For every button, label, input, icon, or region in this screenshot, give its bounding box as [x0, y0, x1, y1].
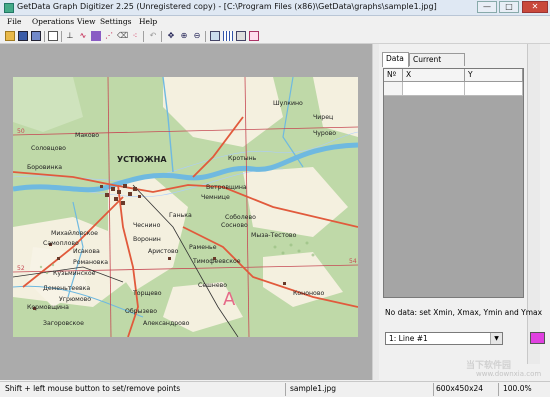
map-grid-number: 52: [17, 265, 25, 272]
menu-file[interactable]: File: [7, 17, 21, 26]
zoom-out-icon[interactable]: ⊖: [192, 31, 202, 41]
eraser-icon[interactable]: ⌫: [117, 31, 128, 41]
menu-operations[interactable]: Operations: [32, 17, 74, 26]
map-label: Исакова: [73, 248, 100, 255]
toolbar: ⊥ ∿ ⋰ ⌫ ⁖ ↶ ✥ ⊕ ⊖: [0, 29, 550, 44]
image-icon[interactable]: [210, 31, 220, 41]
table-header-y[interactable]: Y: [465, 69, 523, 82]
title-bar: GetData Graph Digitizer 2.25 (Unregister…: [0, 0, 550, 16]
save-icon[interactable]: [18, 31, 28, 41]
map-label: Деменьтеевка: [43, 285, 90, 292]
minimize-button[interactable]: —: [477, 1, 497, 13]
map-label: Торщево: [132, 290, 162, 297]
area-icon[interactable]: [91, 31, 101, 41]
map-label: Раменье: [189, 244, 217, 251]
open-icon[interactable]: [5, 31, 15, 41]
watermark-url: www.downxia.com: [476, 370, 542, 378]
status-hint: Shift + left mouse button to set/remove …: [5, 384, 181, 393]
menu-view[interactable]: View: [77, 17, 96, 26]
grid-settings-icon[interactable]: [236, 31, 246, 41]
map-label: Маково: [75, 132, 99, 139]
map-label: Загоровское: [43, 320, 84, 327]
line-digitize-icon[interactable]: ∿: [78, 31, 88, 41]
map-label: Тимофеевское: [192, 258, 241, 265]
point-icon[interactable]: ⋰: [104, 31, 114, 41]
line-color-swatch[interactable]: [530, 332, 545, 344]
zoom-in-icon[interactable]: ⊕: [179, 31, 189, 41]
close-button[interactable]: ✕: [522, 1, 548, 13]
tab-data[interactable]: Data: [382, 52, 409, 67]
map-label: Чирец: [313, 114, 333, 121]
table-cell-x[interactable]: [403, 82, 465, 96]
table-header-number[interactable]: Nº: [384, 69, 403, 82]
table-header-x[interactable]: X: [403, 69, 465, 82]
tab-current-status[interactable]: Current status: [409, 53, 465, 76]
move-icon[interactable]: ✥: [166, 31, 176, 41]
panel-splitter[interactable]: [372, 44, 379, 380]
map-label: Кононово: [293, 290, 324, 297]
map-label: Кузьминское: [53, 270, 96, 277]
map-label: Боровинка: [27, 164, 62, 171]
maximize-button[interactable]: □: [499, 1, 519, 13]
status-bar: Shift + left mouse button to set/remove …: [0, 381, 550, 397]
status-file: sample1.jpg: [290, 384, 337, 393]
status-zoom: 100.0%: [503, 384, 532, 393]
table-cell-y[interactable]: [465, 82, 523, 96]
topographic-map: A Соловцово Боровинка УСТЮЖНА Кротынь Шу…: [13, 77, 358, 337]
grid-icon[interactable]: [223, 31, 233, 41]
copy-icon[interactable]: [48, 31, 58, 41]
map-label: Сосново: [221, 222, 248, 229]
data-table[interactable]: Nº X Y: [383, 68, 524, 298]
status-image-size: 600x450x24: [436, 384, 484, 393]
map-grid-number: 54: [349, 258, 357, 265]
map-label: Михайловское: [51, 229, 98, 237]
map-label: Обрызево: [125, 307, 157, 315]
map-label: Чеснино: [133, 222, 161, 229]
chevron-down-icon[interactable]: ▼: [490, 333, 502, 344]
map-image[interactable]: A Соловцово Боровинка УСТЮЖНА Кротынь Шу…: [13, 77, 358, 337]
map-label: Романовка: [73, 259, 108, 266]
map-label: Воронин: [133, 236, 161, 243]
map-label: Ветровщина: [206, 184, 247, 191]
map-label: Мыза-Тестово: [251, 232, 297, 239]
auto-trace-icon[interactable]: ⁖: [130, 31, 140, 41]
menu-settings[interactable]: Settings: [100, 17, 131, 26]
map-label: Чемнице: [201, 194, 230, 201]
table-row-header[interactable]: [384, 82, 403, 96]
undo-icon[interactable]: ↶: [148, 31, 158, 41]
map-label: Угрюмово: [59, 296, 91, 303]
map-zone-letter: A: [223, 289, 236, 310]
map-label: Кормовщина: [27, 304, 69, 311]
menu-bar: File Operations View Settings Help: [0, 16, 550, 28]
map-label: Кротынь: [228, 155, 257, 162]
map-label: Шулкино: [273, 100, 303, 107]
axis-icon[interactable]: ⊥: [65, 31, 75, 41]
data-panel: Data Current status Nº X Y No data: set …: [379, 44, 550, 380]
map-label: Чурово: [313, 130, 336, 137]
save-as-icon[interactable]: [31, 31, 41, 41]
map-label: Аристово: [148, 248, 179, 255]
image-canvas[interactable]: A Соловцово Боровинка УСТЮЖНА Кротынь Шу…: [0, 44, 372, 380]
line-select[interactable]: 1: Line #1 ▼: [385, 332, 503, 345]
map-label: Ганька: [169, 212, 192, 219]
map-grid-number: 50: [17, 128, 25, 135]
map-label: Александрово: [143, 320, 190, 327]
no-data-message: No data: set Xmin, Xmax, Ymin and Ymax: [385, 308, 543, 317]
map-label: Самоплово: [43, 240, 79, 247]
window-title: GetData Graph Digitizer 2.25 (Unregister…: [17, 2, 437, 11]
map-label: Соловцово: [31, 145, 66, 152]
grid-remove-icon[interactable]: [249, 31, 259, 41]
map-label: Соболево: [225, 213, 256, 221]
app-icon: [4, 3, 14, 13]
map-label: Сешнево: [198, 282, 227, 289]
map-label: УСТЮЖНА: [117, 155, 167, 164]
line-select-value: 1: Line #1: [389, 334, 428, 343]
menu-help[interactable]: Help: [139, 17, 157, 26]
